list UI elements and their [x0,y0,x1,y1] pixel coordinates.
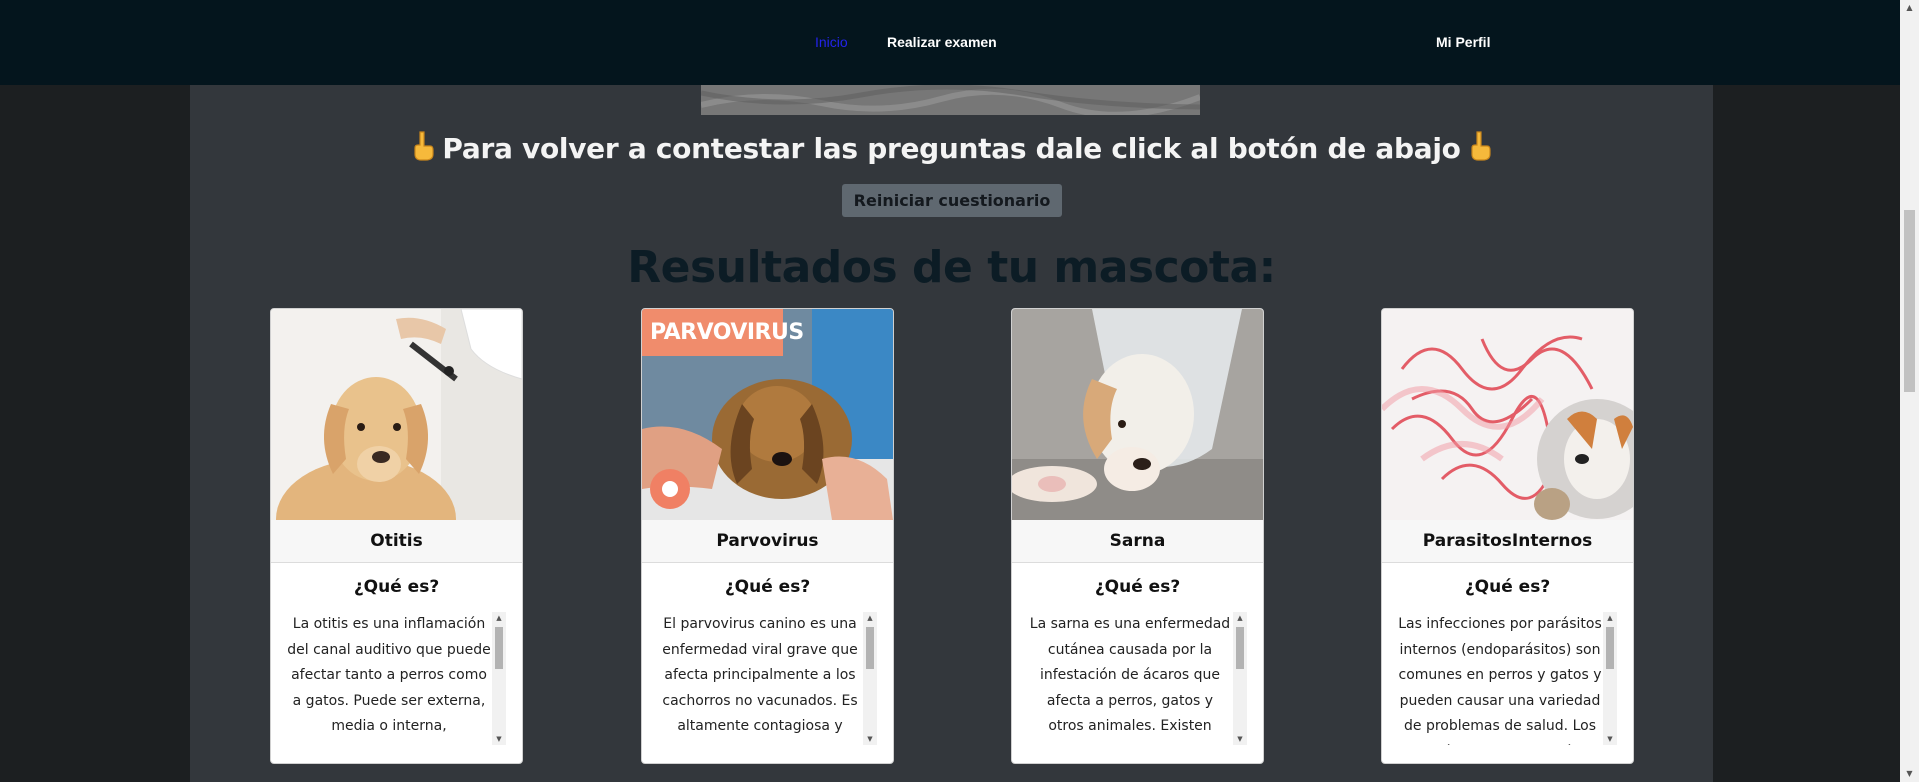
result-card-otitis: Otitis ¿Qué es? La otitis es una inflama… [270,308,523,764]
scroll-down-arrow-icon[interactable]: ▼ [1233,733,1247,745]
result-card-sarna: Sarna ¿Qué es? La sarna es una enfermeda… [1011,308,1264,764]
card-description: El parvovirus canino es una enfermedad v… [662,616,858,745]
page-scroll-thumb[interactable] [1904,210,1915,392]
scroll-up-arrow-icon[interactable]: ▲ [1233,612,1247,624]
card-scrollbar[interactable]: ▲ ▼ [1233,612,1247,745]
scroll-down-arrow-icon[interactable]: ▼ [863,733,877,745]
card-description: Las infecciones por parásitos internos (… [1398,616,1602,745]
dog-with-cone-photo [1012,309,1263,520]
scroll-thumb[interactable] [1236,627,1244,669]
card-scrollbar[interactable]: ▲ ▼ [492,612,506,745]
card-description: La otitis es una inflamación del canal a… [287,616,491,745]
scroll-thumb[interactable] [495,627,503,669]
result-card-parasitos-internos: ParasitosInternos ¿Qué es? Las infeccion… [1381,308,1634,764]
card-description-box[interactable]: El parvovirus canino es una enfermedad v… [658,612,862,745]
card-scrollbar[interactable]: ▲ ▼ [1603,612,1617,745]
previous-image-strip [701,85,1200,115]
reset-quiz-button[interactable]: Reiniciar cuestionario [842,184,1062,217]
page-scroll-down-icon[interactable]: ▼ [1900,766,1919,782]
retry-heading: Para volver a contestar las preguntas da… [190,130,1713,169]
result-card-parvovirus: PARVOVIRUS Parvovirus ¿Qué es? El parvov… [641,308,894,764]
scroll-down-arrow-icon[interactable]: ▼ [492,733,506,745]
card-subtitle: ¿Qué es? [1094,577,1181,597]
card-description-box[interactable]: Las infecciones por parásitos internos (… [1398,612,1602,745]
nav-link-mi-perfil[interactable]: Mi Perfil [1436,34,1490,50]
scroll-up-arrow-icon[interactable]: ▲ [492,612,506,624]
scroll-down-arrow-icon[interactable]: ▼ [1603,733,1617,745]
nav-link-inicio[interactable]: Inicio [815,34,848,50]
parvovirus-image-label: PARVOVIRUS [642,309,804,356]
page-scroll-up-icon[interactable]: ▲ [1900,0,1919,16]
scroll-thumb[interactable] [866,627,874,669]
retry-heading-text: Para volver a contestar las preguntas da… [442,132,1461,165]
card-title: Otitis [271,520,522,563]
scroll-thumb[interactable] [1606,627,1614,669]
card-subtitle: ¿Qué es? [353,577,440,597]
navbar: Inicio Realizar examen Mi Perfil [0,0,1900,85]
dog-ear-exam-photo [271,309,522,520]
card-subtitle: ¿Qué es? [1464,577,1551,597]
card-subtitle: ¿Qué es? [724,577,811,597]
card-title: Parvovirus [642,520,893,563]
card-title: Sarna [1012,520,1263,563]
card-description-box[interactable]: La otitis es una inflamación del canal a… [287,612,491,745]
scroll-up-arrow-icon[interactable]: ▲ [863,612,877,624]
card-description-box[interactable]: La sarna es una enfermedad cutánea causa… [1028,612,1232,745]
card-scrollbar[interactable]: ▲ ▼ [863,612,877,745]
card-description: La sarna es una enfermedad cutánea causa… [1029,616,1231,745]
page-scrollbar[interactable]: ▲ ▼ [1900,0,1919,782]
scroll-up-arrow-icon[interactable]: ▲ [1603,612,1617,624]
results-title: Resultados de tu mascota: [627,242,1276,293]
card-title: ParasitosInternos [1382,520,1633,563]
pointing-down-hand-icon [412,130,435,169]
parvovirus-puppy-photo: PARVOVIRUS [642,309,893,520]
nav-link-realizar-examen[interactable]: Realizar examen [887,34,997,50]
pointing-down-hand-icon [1469,130,1491,169]
internal-parasites-illustration [1382,309,1633,520]
